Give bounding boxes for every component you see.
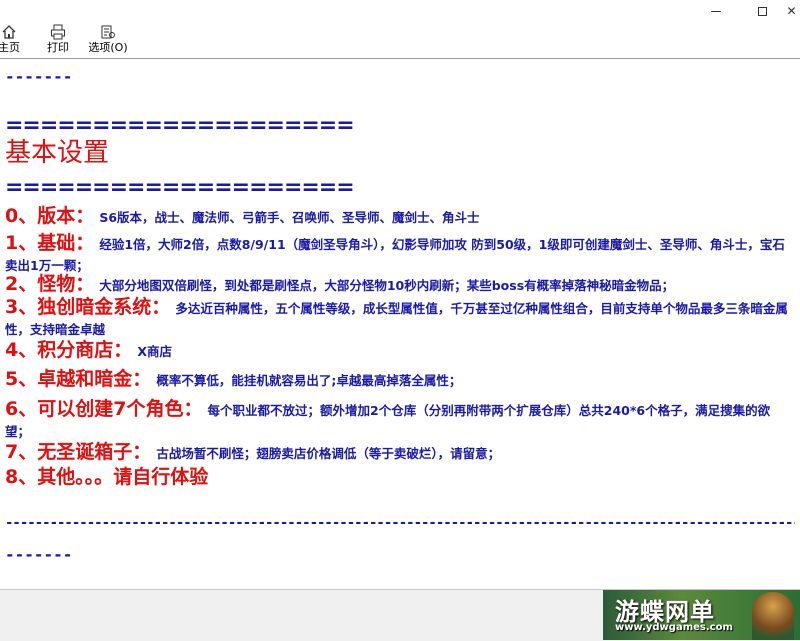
item-key: 8、其他。。。请自行体验 bbox=[5, 466, 209, 488]
list-item-monsters: 2、怪物： 大部分地图双倍刷怪，到处都是刷怪点，大部分怪物10秒内刷新；某些bo… bbox=[5, 274, 795, 296]
options-button[interactable]: 选项(O) bbox=[86, 24, 130, 56]
item-key: 1、基础： bbox=[5, 232, 95, 254]
separator-eq-top: ==================== bbox=[5, 113, 355, 138]
list-item-basics: 1、基础： 经验1倍，大师2倍，点数8/9/11（魔剑圣导角斗），幻影导师加攻 … bbox=[5, 233, 795, 276]
item-key: 5、卓越和暗金： bbox=[5, 368, 152, 390]
document-content: ------- ==================== 基本设置 ======… bbox=[0, 59, 800, 589]
separator-dash-bottom: ------- bbox=[5, 545, 73, 564]
item-key: 3、独创暗金系统： bbox=[5, 296, 171, 318]
printer-icon bbox=[50, 24, 66, 40]
options-icon bbox=[100, 24, 116, 40]
item-value: 大部分地图双倍刷怪，到处都是刷怪点，大部分怪物10秒内刷新；某些boss有概率掉… bbox=[99, 278, 675, 293]
item-value: 古战场暂不刷怪；翅膀卖店价格调低（等于卖破烂），请留意； bbox=[156, 446, 501, 461]
title-bar: ✕ bbox=[0, 0, 800, 22]
print-label: 打印 bbox=[47, 41, 69, 54]
options-label: 选项(O) bbox=[88, 41, 128, 54]
item-key: 2、怪物： bbox=[5, 273, 95, 295]
separator-eq-bottom: ==================== bbox=[5, 175, 355, 200]
close-button[interactable]: ✕ bbox=[783, 0, 800, 22]
home-button[interactable]: 主页 bbox=[0, 24, 24, 56]
list-item-excellent: 5、卓越和暗金： 概率不算低，能挂机就容易出了;卓越最高掉落全属性； bbox=[5, 369, 795, 391]
item-value: S6版本，战士、魔法师、弓箭手、召唤师、圣导师、魔剑士、角斗士 bbox=[99, 210, 480, 225]
item-key: 0、版本： bbox=[5, 205, 95, 227]
list-item-characters: 6、可以创建7个角色： 每个职业都不放过；额外增加2个仓库（分别再附带两个扩展仓… bbox=[5, 399, 795, 442]
home-icon bbox=[1, 24, 17, 40]
separator-long-dash: ----------------------------------------… bbox=[5, 515, 795, 531]
list-item-version: 0、版本： S6版本，战士、魔法师、弓箭手、召唤师、圣导师、魔剑士、角斗士 bbox=[5, 206, 795, 228]
item-key: 6、可以创建7个角色： bbox=[5, 398, 203, 420]
page-heading: 基本设置 bbox=[5, 138, 110, 168]
item-key: 4、积分商店： bbox=[5, 339, 133, 361]
item-value: 经验1倍，大师2倍，点数8/9/11（魔剑圣导角斗），幻影导师加攻 防到50级，… bbox=[5, 237, 785, 273]
warrior-figure-icon bbox=[752, 592, 794, 640]
item-value: 概率不算低，能挂机就容易出了;卓越最高掉落全属性； bbox=[156, 373, 462, 388]
item-key: 7、无圣诞箱子： bbox=[5, 441, 152, 463]
print-button[interactable]: 打印 bbox=[44, 24, 72, 56]
minimize-icon bbox=[711, 10, 721, 12]
item-value: X商店 bbox=[137, 344, 172, 359]
maximize-button[interactable] bbox=[739, 0, 785, 22]
home-label: 主页 bbox=[0, 41, 20, 54]
list-item-points-shop: 4、积分商店： X商店 bbox=[5, 340, 795, 362]
close-icon: ✕ bbox=[786, 4, 797, 18]
toolbar: 主页 打印 选项(O) bbox=[0, 22, 800, 59]
list-item-dark-gold: 3、独创暗金系统： 多达近百种属性，五个属性等级，成长型属性值，千万甚至过亿种属… bbox=[5, 297, 795, 340]
watermark-logo: 游蝶网单 www.ydwgames.com bbox=[603, 590, 800, 640]
separator-dash-top: ------- bbox=[5, 67, 73, 86]
list-item-other: 8、其他。。。请自行体验 bbox=[5, 467, 795, 488]
watermark-url: www.ydwgames.com bbox=[615, 622, 733, 633]
list-item-no-christmas-box: 7、无圣诞箱子： 古战场暂不刷怪；翅膀卖店价格调低（等于卖破烂），请留意； bbox=[5, 442, 795, 464]
maximize-icon bbox=[757, 6, 767, 16]
minimize-button[interactable] bbox=[693, 0, 739, 22]
